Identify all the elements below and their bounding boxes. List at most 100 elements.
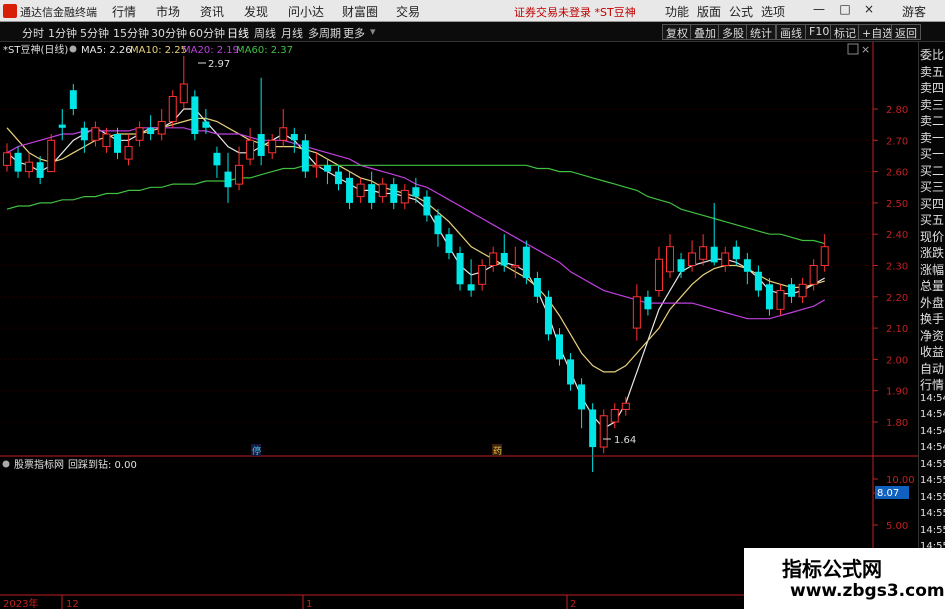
candle[interactable] [423, 190, 431, 222]
chart-close-icon[interactable]: × [861, 43, 870, 56]
menu-item-news[interactable]: 资讯 [200, 3, 224, 20]
candle[interactable] [765, 278, 773, 316]
candle[interactable] [621, 396, 630, 416]
menu-item-discover[interactable]: 发现 [244, 3, 268, 20]
candle[interactable] [378, 177, 387, 203]
tab-30min[interactable]: 30分钟 [151, 25, 187, 41]
candle[interactable] [224, 152, 232, 203]
sub-settings-dot-icon[interactable] [2, 460, 10, 468]
mark-button[interactable]: 标记 [830, 24, 860, 40]
quote-field-label[interactable]: 现价 [920, 228, 944, 245]
candle[interactable] [632, 284, 641, 341]
candle[interactable] [445, 227, 453, 260]
candle[interactable] [798, 278, 807, 304]
candle[interactable] [356, 177, 365, 203]
login-warning[interactable]: 证券交易未登录 *ST豆神 [514, 4, 636, 20]
quote-field-label[interactable]: 涨幅 [920, 261, 944, 278]
menu-item-options[interactable]: 选项 [761, 3, 785, 20]
candles[interactable] [3, 55, 829, 473]
candle[interactable] [312, 152, 321, 178]
candle[interactable] [346, 171, 354, 210]
quote-field-label[interactable]: 委比 [920, 46, 944, 63]
candle[interactable] [202, 109, 210, 135]
menu-item-function[interactable]: 功能 [665, 3, 689, 20]
minimize-icon[interactable]: — [812, 2, 826, 18]
tab-monthly[interactable]: 月线 [281, 25, 303, 41]
candle[interactable] [699, 234, 708, 266]
quote-field-label[interactable]: 卖四 [920, 79, 944, 96]
candle[interactable] [290, 127, 298, 153]
quote-field-label[interactable]: 卖二 [920, 112, 944, 129]
candle[interactable] [257, 77, 265, 166]
menu-item-ask[interactable]: 问小达 [288, 3, 324, 20]
tab-weekly[interactable]: 周线 [254, 25, 276, 41]
candle[interactable] [47, 134, 56, 173]
candle[interactable] [522, 240, 530, 285]
quote-field-label[interactable]: 买三 [920, 178, 944, 195]
tab-1min[interactable]: 1分钟 [48, 25, 77, 41]
multi-stock-button[interactable]: 多股 [718, 24, 748, 40]
quote-field-label[interactable]: 自动 [920, 360, 944, 377]
candle[interactable] [578, 378, 586, 429]
candle[interactable] [788, 278, 796, 304]
settings-dot-icon[interactable] [69, 45, 77, 53]
candle[interactable] [533, 271, 541, 304]
candle[interactable] [268, 134, 277, 160]
candle[interactable] [69, 83, 77, 116]
quote-field-label[interactable]: 净资 [920, 327, 944, 344]
candle[interactable] [213, 146, 221, 178]
quote-field-label[interactable]: 买二 [920, 162, 944, 179]
candle[interactable] [644, 290, 652, 316]
overlay-button[interactable]: 叠加 [690, 24, 720, 40]
quote-field-label[interactable]: 卖五 [920, 63, 944, 80]
candle[interactable] [335, 165, 342, 191]
menu-item-layout[interactable]: 版面 [697, 3, 721, 20]
candle[interactable] [102, 127, 111, 153]
menu-item-fortune[interactable]: 财富圈 [342, 3, 378, 20]
quote-field-label[interactable]: 买五 [920, 211, 944, 228]
menu-item-formula[interactable]: 公式 [729, 3, 753, 20]
candle[interactable] [589, 403, 597, 473]
candle[interactable] [544, 290, 552, 341]
quote-field-label[interactable]: 外盘 [920, 294, 944, 311]
candle[interactable] [400, 184, 409, 210]
menu-item-trade[interactable]: 交易 [396, 3, 420, 20]
quote-field-label[interactable]: 总量 [920, 277, 944, 294]
menu-item-quotes[interactable]: 行情 [112, 3, 136, 20]
tab-15min[interactable]: 15分钟 [113, 25, 149, 41]
candle[interactable] [776, 284, 785, 316]
quote-field-label[interactable]: 换手 [920, 310, 944, 327]
back-button[interactable]: 返回 [891, 24, 921, 40]
candle[interactable] [368, 171, 376, 210]
candle[interactable] [14, 146, 22, 178]
candle[interactable] [743, 252, 751, 285]
chart-maximize-icon[interactable] [847, 43, 859, 55]
candle[interactable] [157, 109, 166, 141]
guest-user[interactable]: 游客 [902, 3, 926, 20]
candle[interactable] [556, 328, 563, 366]
tab-multi-period[interactable]: 多周期 [308, 25, 341, 41]
candle[interactable] [25, 152, 34, 178]
candle[interactable] [301, 134, 309, 178]
candle[interactable] [820, 234, 829, 272]
candle[interactable] [390, 177, 398, 210]
stats-button[interactable]: 统计 [746, 24, 776, 40]
candle[interactable] [478, 259, 487, 291]
tab-5min[interactable]: 5分钟 [80, 25, 109, 41]
quote-field-label[interactable]: 卖一 [920, 129, 944, 146]
candle[interactable] [58, 109, 66, 141]
candle[interactable] [467, 259, 475, 297]
candle[interactable] [3, 143, 11, 172]
maximize-icon[interactable]: □ [838, 2, 852, 18]
quote-field-label[interactable]: 涨跌 [920, 244, 944, 261]
quote-field-label[interactable]: 买一 [920, 145, 944, 162]
tab-60min[interactable]: 60分钟 [189, 25, 225, 41]
candle[interactable] [599, 409, 608, 454]
tab-more[interactable]: 更多 [343, 25, 365, 41]
quote-field-label[interactable]: 卖三 [920, 96, 944, 113]
candle[interactable] [91, 121, 100, 147]
quote-field-label[interactable]: 行情 [920, 376, 944, 393]
quote-field-label[interactable]: 收益 [920, 343, 944, 360]
candle[interactable] [114, 127, 121, 160]
quote-field-label[interactable]: 买四 [920, 195, 944, 212]
